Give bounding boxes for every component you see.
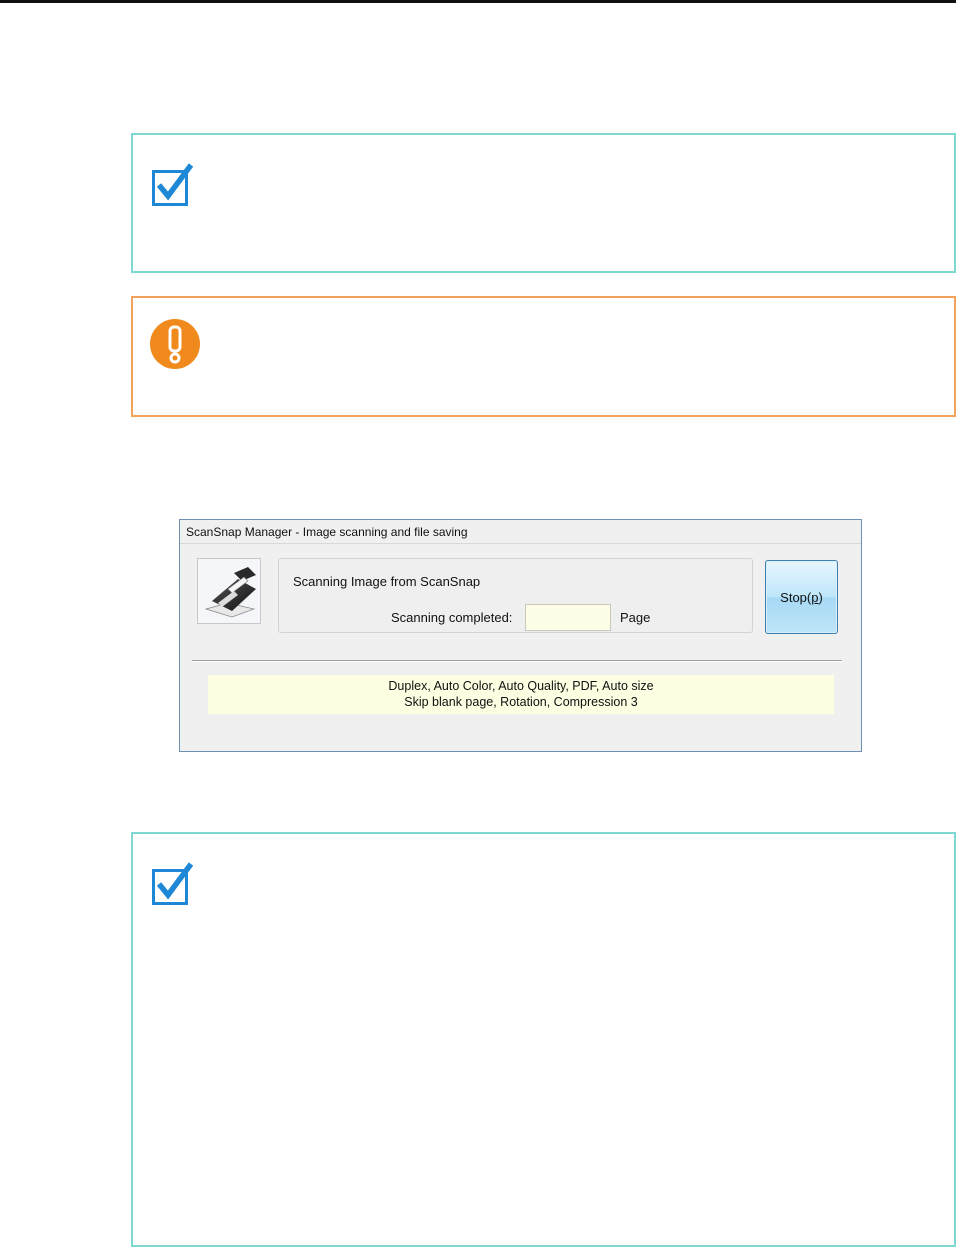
- checkmark-note-icon: [152, 862, 194, 905]
- scanner-icon: [197, 558, 261, 624]
- settings-line-1: Duplex, Auto Color, Auto Quality, PDF, A…: [388, 679, 654, 693]
- checkmark-note-icon: [152, 163, 194, 206]
- scanning-completed-label: Scanning completed:: [391, 610, 513, 625]
- dialog-title: ScanSnap Manager - Image scanning and fi…: [180, 520, 861, 544]
- exclamation-caution-icon: [150, 319, 200, 369]
- stop-button-label: Stop(p): [780, 589, 823, 605]
- top-rule: [0, 0, 956, 3]
- page-count-field: [525, 604, 611, 631]
- page-unit-label: Page: [620, 610, 651, 625]
- scansnap-progress-dialog: ScanSnap Manager - Image scanning and fi…: [179, 519, 862, 752]
- scan-status-group: Scanning Image from ScanSnap Scanning co…: [278, 558, 753, 633]
- hint-box-top: [131, 133, 956, 273]
- separator: [192, 660, 842, 662]
- caution-box: [131, 296, 956, 417]
- scan-status-title: Scanning Image from ScanSnap: [293, 574, 481, 589]
- stop-button[interactable]: Stop(p): [765, 560, 838, 634]
- scan-settings-summary: Duplex, Auto Color, Auto Quality, PDF, A…: [208, 675, 834, 714]
- settings-line-2: Skip blank page, Rotation, Compression 3: [404, 695, 638, 709]
- hint-box-bottom: [131, 832, 956, 1247]
